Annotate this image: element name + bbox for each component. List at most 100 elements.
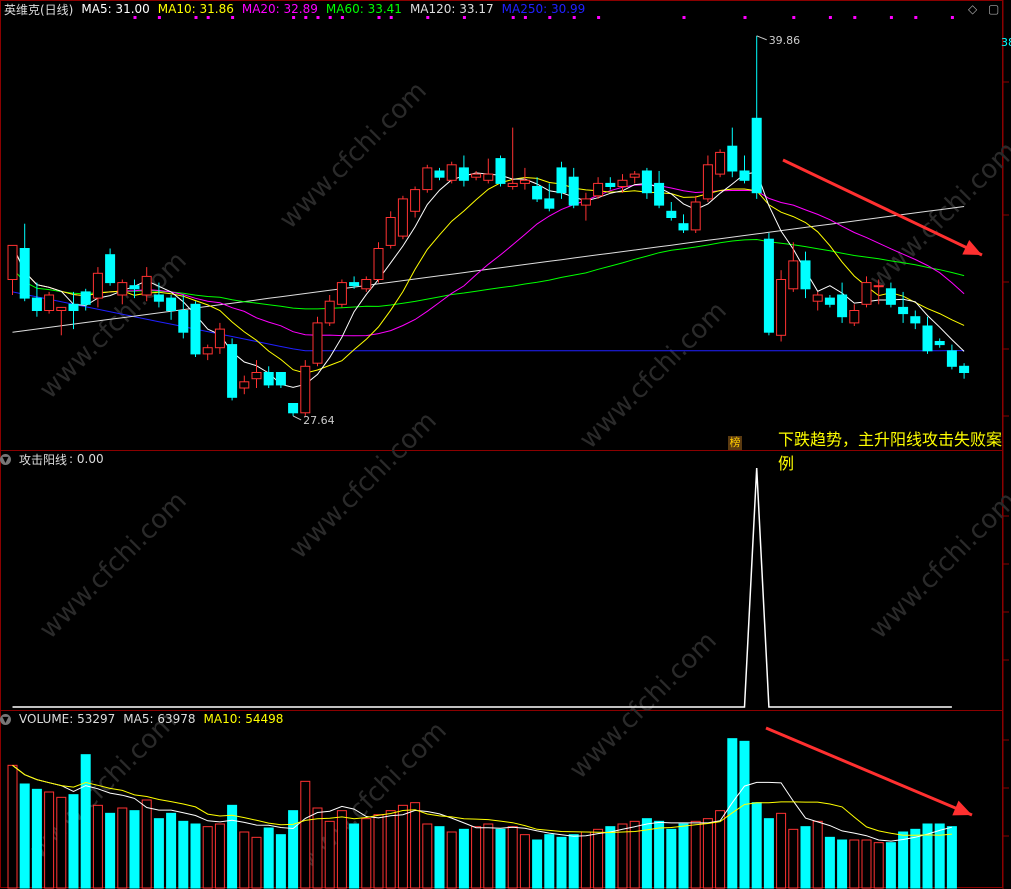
candle-body [471, 173, 482, 178]
volume-bar [31, 788, 42, 889]
volume-bar [885, 842, 896, 889]
candle-body [800, 260, 811, 290]
indicator-value: : 0.00 [69, 452, 104, 466]
candle-body [434, 170, 445, 178]
candle-body [898, 306, 909, 315]
low-pointer [292, 415, 302, 421]
volume-bar [227, 804, 238, 889]
event-marker [889, 16, 893, 19]
volume-bar [68, 794, 79, 889]
candle-body [739, 170, 750, 181]
candle-body [934, 341, 945, 346]
volume-bar [544, 834, 555, 889]
volume-bar [397, 804, 408, 889]
volume-bar [410, 802, 421, 889]
candle-body [861, 282, 872, 305]
event-marker [950, 16, 954, 19]
volume-bar [349, 823, 360, 889]
candle-body [19, 248, 30, 299]
candle-body [519, 179, 530, 184]
candle-body [885, 288, 896, 305]
volume-bar [105, 812, 116, 889]
volume-bar [812, 820, 823, 889]
candle-body [385, 217, 396, 246]
event-marker [743, 16, 747, 19]
candle-body [105, 254, 116, 284]
volume-bar [373, 814, 384, 889]
volume-bar [361, 818, 372, 889]
ma250-value: MA250: 30.99 [501, 2, 586, 16]
volume-bar [617, 823, 628, 889]
volume-bar [934, 823, 945, 889]
ma20-value: MA20: 32.89 [241, 2, 318, 16]
volume-bar [19, 783, 30, 889]
volume-value[interactable]: VOLUME: 53297 [19, 712, 115, 726]
candle-body [959, 365, 970, 373]
volume-bar [763, 818, 774, 889]
volume-panel [7, 738, 957, 889]
watermark-text: www.cfchi.com [284, 406, 443, 565]
volume-bar [202, 826, 213, 889]
candle-body [92, 272, 103, 299]
volume-bar [678, 823, 689, 889]
volume-bar [239, 831, 250, 889]
candle-body [44, 294, 55, 311]
volume-ma5-line [12, 764, 953, 842]
volume-bar [690, 820, 701, 889]
volume-ma10: MA10: 54498 [203, 712, 284, 726]
volume-bar [214, 823, 225, 889]
ma5-value: MA5: 31.00 [81, 2, 150, 16]
volume-bar [288, 810, 299, 889]
candle-body [641, 170, 652, 194]
dropdown-icon[interactable]: ▼ [0, 453, 11, 465]
low-price-label: 27.64 [303, 414, 335, 427]
candle-body [214, 328, 225, 349]
volume-bar [117, 807, 128, 889]
candle-body [837, 294, 848, 318]
event-marker [914, 16, 918, 19]
indicator-title[interactable]: 攻击阳线 [19, 451, 67, 468]
volume-bar [300, 780, 311, 889]
volume-bar [251, 836, 262, 889]
volume-bar [80, 754, 91, 889]
volume-bar [666, 828, 677, 889]
volume-bar [471, 826, 482, 889]
diamond-icon[interactable]: ◇ [968, 2, 977, 16]
volume-header: ▼ VOLUME: 53297 MA5: 63978 MA10: 54498 [0, 710, 291, 728]
candle-body [275, 372, 286, 386]
candle-body [580, 198, 591, 206]
list-badge[interactable]: 榜 [728, 436, 742, 450]
maximize-icon[interactable]: ▢ [988, 2, 999, 16]
volume-bar [751, 802, 762, 889]
ma10-value: MA10: 31.86 [157, 2, 234, 16]
candle-body [495, 158, 506, 184]
high-price-label: 39.86 [769, 34, 801, 47]
candle-body [873, 285, 884, 288]
volume-bar [507, 826, 518, 889]
candle-body [690, 201, 701, 231]
volume-bar [92, 804, 103, 889]
dropdown-icon[interactable]: ▼ [0, 713, 11, 725]
candle-body [202, 347, 213, 355]
candle-body [410, 189, 421, 212]
candle-body [824, 297, 835, 305]
candle-body [593, 182, 604, 197]
candle-body [166, 297, 177, 312]
candle-body [568, 176, 579, 206]
candle-body [751, 117, 762, 194]
candle-body [349, 282, 360, 287]
candle-body [605, 182, 616, 187]
stock-title[interactable]: 英维克(日线) [4, 1, 73, 18]
candle-body [288, 403, 299, 414]
candle-body [946, 350, 957, 367]
volume-bar [263, 827, 274, 889]
ma120-value: MA120: 33.17 [409, 2, 494, 16]
price-panel[interactable]: 39.86 27.64 [7, 16, 970, 427]
volume-bar [446, 831, 457, 889]
candle-body [178, 310, 189, 333]
candle-body [141, 275, 152, 296]
volume-bar [495, 828, 506, 889]
candle-body [544, 198, 555, 209]
volume-bar [556, 836, 567, 889]
volume-bar [654, 820, 665, 889]
